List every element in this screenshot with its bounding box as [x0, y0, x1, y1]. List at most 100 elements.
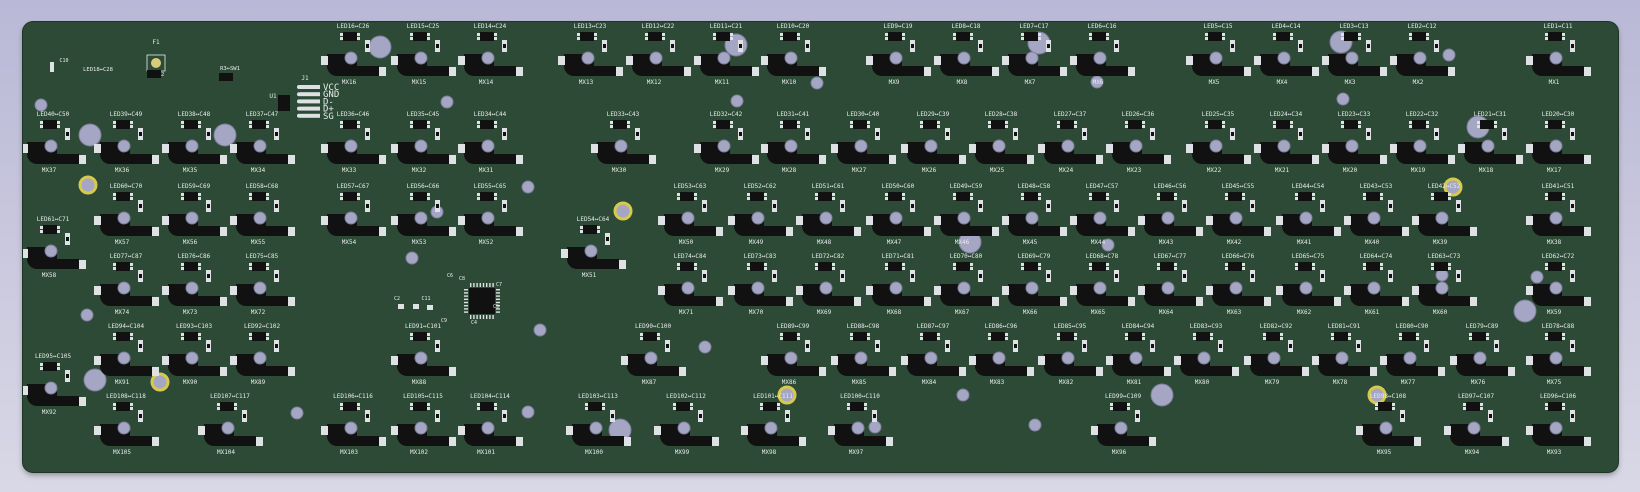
led-pad: [198, 263, 201, 266]
mcu-pin: [486, 283, 488, 287]
led-pad: [1157, 193, 1160, 196]
socket-pad: [379, 227, 386, 236]
switch-label: MX66: [1023, 309, 1038, 316]
led-label: LED106↔C116: [333, 393, 373, 400]
mcu-pin: [489, 283, 491, 287]
led-pad: [1057, 333, 1060, 336]
led-pad: [477, 193, 480, 196]
led-label: LED83↔C93: [1190, 323, 1223, 330]
switch-center-hole: [344, 421, 358, 435]
led-label: LED93↔C103: [176, 323, 213, 330]
socket-pad: [1502, 437, 1509, 446]
led-pad: [797, 125, 800, 128]
led-body: [219, 73, 233, 81]
led-pad: [249, 333, 252, 336]
led-pad: [198, 333, 201, 336]
led-pad: [410, 403, 413, 406]
led-pad: [427, 37, 430, 40]
led-body: [991, 120, 1005, 129]
socket-pad: [1206, 286, 1213, 295]
led-label: LED98↔C108: [1370, 393, 1407, 400]
led-pad: [777, 403, 780, 406]
diode-body: [636, 132, 639, 136]
diode-body: [1219, 344, 1222, 348]
led-pad: [640, 337, 643, 340]
led-pad: [1295, 197, 1298, 200]
switch-footprint-mx90: LED93↔C103 MX90: [162, 323, 227, 386]
switch-center-hole: [1549, 421, 1563, 435]
led-pad: [1312, 193, 1315, 196]
led-pad: [40, 226, 43, 229]
switch-label: MX48: [817, 239, 832, 246]
switch-footprint-mx54: LED57↔C67 MX54: [321, 183, 386, 246]
drill-hole: [521, 180, 535, 194]
connector-ref: J1: [301, 75, 309, 82]
led-pad: [357, 125, 360, 128]
led-pad: [357, 197, 360, 200]
diode-body: [1299, 132, 1302, 136]
led-pad: [885, 37, 888, 40]
led-pad: [198, 125, 201, 128]
led-label: LED90↔C100: [635, 323, 672, 330]
switch-center-hole: [1403, 351, 1417, 365]
led-pad: [953, 197, 956, 200]
led-body: [343, 120, 357, 129]
led-pad: [1225, 263, 1228, 266]
switch-label: MX69: [817, 309, 832, 316]
led-pad: [1416, 337, 1419, 340]
socket-pad: [1038, 356, 1045, 365]
socket-pad: [516, 155, 523, 164]
diode-body: [1151, 344, 1154, 348]
switch-footprint-mx23: LED26↔C36 MX23: [1106, 111, 1171, 174]
led-pad: [410, 37, 413, 40]
diode-body: [139, 344, 142, 348]
led-pad: [1038, 197, 1041, 200]
socket-pad: [1206, 216, 1213, 225]
led-pad: [760, 407, 763, 410]
led-label: LED60↔C70: [110, 183, 143, 190]
led-pad: [1562, 263, 1565, 266]
led-label: LED70↔C80: [950, 253, 983, 260]
socket-pad: [79, 260, 86, 269]
led-pad: [1477, 121, 1480, 124]
led-pad: [249, 125, 252, 128]
led-pad: [40, 230, 43, 233]
socket-pad: [1128, 297, 1135, 306]
drill-hole: [698, 340, 712, 354]
switch-label-sw1: F1: [152, 39, 160, 46]
socket-pad: [458, 216, 465, 225]
diode-body: [1083, 344, 1086, 348]
led-pad: [1106, 267, 1109, 270]
led-pad: [713, 125, 716, 128]
switch-label: MX90: [183, 379, 198, 386]
led-pad: [1242, 193, 1245, 196]
socket-pad: [1070, 286, 1077, 295]
switch-footprint-mx56: LED59↔C69 MX56: [162, 183, 227, 246]
led-body: [413, 332, 427, 341]
led-pad: [494, 33, 497, 36]
socket-pad: [94, 286, 101, 295]
socket-pad: [152, 437, 159, 446]
switch-label: MX55: [251, 239, 266, 246]
led-pad: [1273, 37, 1276, 40]
led-pad: [1290, 121, 1293, 124]
mcu-part-label: C8: [459, 276, 465, 282]
led-pad: [1142, 333, 1145, 336]
socket-pad: [1002, 56, 1009, 65]
led-label: LED53↔C63: [674, 183, 707, 190]
led-pad: [747, 193, 750, 196]
switch-footprint-mx77: LED80↔C90 MX77: [1380, 323, 1445, 386]
mcu-pin: [470, 283, 472, 287]
socket-pad: [1096, 155, 1103, 164]
socket-pad: [23, 144, 28, 153]
switch-label: MX43: [1159, 239, 1174, 246]
socket-pad: [566, 426, 573, 435]
diode-body: [876, 344, 879, 348]
led-pad: [266, 197, 269, 200]
switch-footprint-mx67: LED70↔C80 MX67: [934, 253, 999, 316]
switch-label: MX23: [1127, 167, 1142, 174]
socket-pad: [516, 227, 523, 236]
passive-part: [398, 304, 404, 309]
drill-hole: [1336, 92, 1350, 106]
led-pad: [764, 197, 767, 200]
